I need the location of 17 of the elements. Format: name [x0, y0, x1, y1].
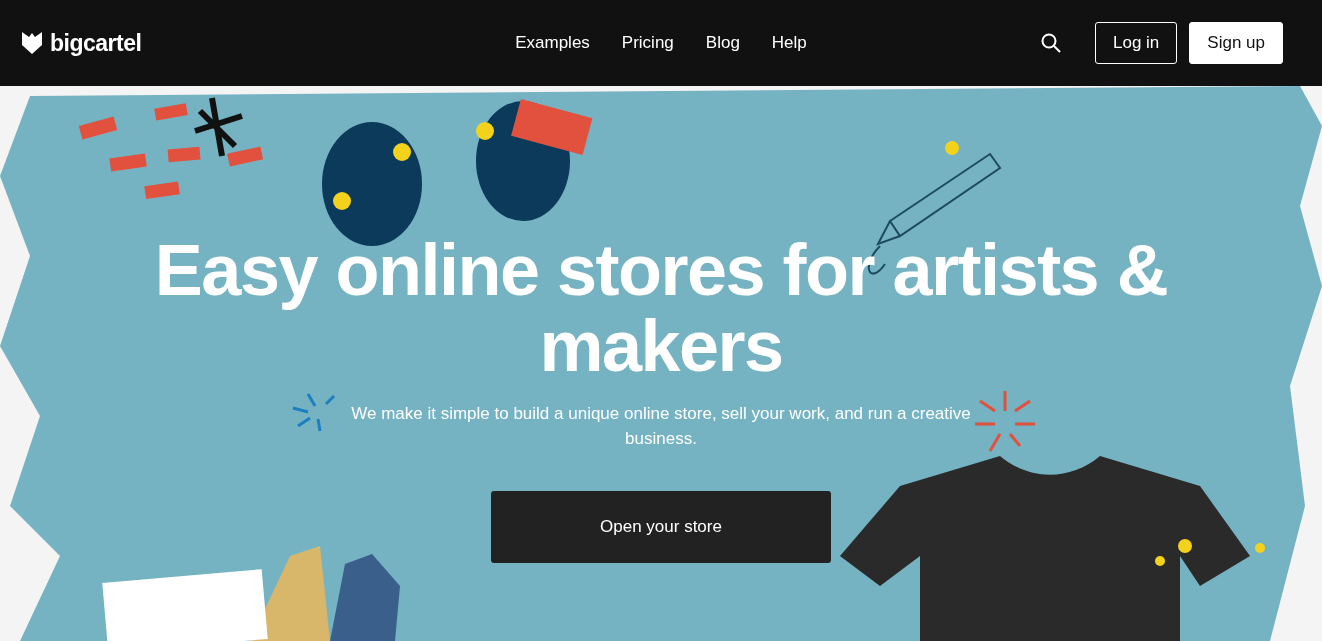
- burst-drawing: [291, 392, 336, 433]
- nav-link[interactable]: Help: [771, 33, 807, 53]
- logo-text: bigcartel: [50, 29, 142, 57]
- search-icon: [1041, 33, 1061, 53]
- logo[interactable]: bigcartel: [22, 29, 142, 57]
- login-button[interactable]: Log in: [1095, 22, 1178, 64]
- hero-subtitle: We make it simple to build a unique online store, sell your work, and run a creative business.: [350, 403, 972, 450]
- burst-drawing: [973, 389, 1037, 453]
- nav-link[interactable]: Blog: [705, 33, 740, 53]
- star-mark-icon: [192, 95, 245, 159]
- hero-title: Easy online stores for artists & makers: [153, 232, 1169, 384]
- search-button[interactable]: [1041, 33, 1061, 53]
- nav-link[interactable]: Pricing: [621, 33, 674, 53]
- shield-logo-icon: [22, 32, 42, 54]
- open-store-button[interactable]: Open your store: [491, 491, 831, 563]
- nav-link[interactable]: Examples: [515, 33, 590, 53]
- signup-button[interactable]: Sign up: [1189, 22, 1283, 64]
